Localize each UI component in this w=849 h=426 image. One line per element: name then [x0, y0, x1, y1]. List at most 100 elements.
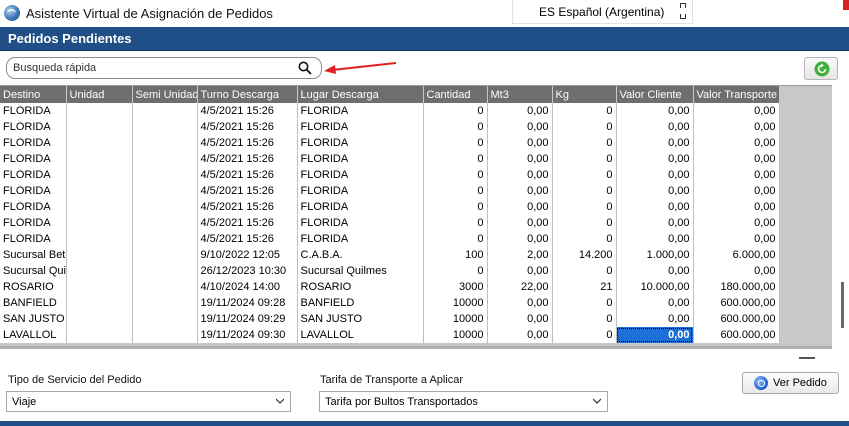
- table-cell[interactable]: 22,00: [487, 279, 553, 295]
- table-cell[interactable]: FLORIDA: [0, 151, 67, 167]
- table-cell[interactable]: LAVALLOL: [297, 327, 424, 343]
- table-row[interactable]: FLORIDA 4/5/2021 15:26 FLORIDA 0 0,00 0 0,00 0,…: [0, 103, 780, 119]
- table-cell[interactable]: [132, 231, 198, 247]
- table-cell[interactable]: FLORIDA: [297, 119, 424, 135]
- table-cell[interactable]: 4/5/2021 15:26: [197, 103, 298, 119]
- column-header[interactable]: Destino: [0, 86, 67, 103]
- table-cell[interactable]: 0: [552, 167, 617, 183]
- table-cell[interactable]: FLORIDA: [0, 183, 67, 199]
- table-cell[interactable]: [66, 183, 133, 199]
- table-cell[interactable]: 0: [552, 119, 617, 135]
- table-cell[interactable]: 0,00: [487, 167, 553, 183]
- table-cell[interactable]: 4/5/2021 15:26: [197, 135, 298, 151]
- tariff-select[interactable]: Tarifa por Bultos Transportados: [319, 391, 608, 412]
- table-cell[interactable]: 4/5/2021 15:26: [197, 167, 298, 183]
- table-row[interactable]: FLORIDA 4/5/2021 15:26 FLORIDA 0 0,00 0 0,00 0,…: [0, 183, 780, 199]
- table-row[interactable]: FLORIDA 4/5/2021 15:26 FLORIDA 0 0,00 0 0,00 0,…: [0, 119, 780, 135]
- language-spinner-icon[interactable]: [680, 2, 688, 20]
- table-cell[interactable]: [132, 215, 198, 231]
- column-header[interactable]: Cantidad: [423, 86, 488, 103]
- table-cell[interactable]: FLORIDA: [297, 183, 424, 199]
- table-cell[interactable]: 1.000,00: [616, 247, 694, 263]
- table-cell[interactable]: 0: [552, 135, 617, 151]
- table-cell[interactable]: [132, 135, 198, 151]
- table-cell[interactable]: SAN JUSTO: [297, 311, 424, 327]
- table-cell[interactable]: [66, 279, 133, 295]
- table-cell[interactable]: 0,00: [616, 151, 694, 167]
- table-cell[interactable]: FLORIDA: [0, 199, 67, 215]
- table-cell[interactable]: 4/5/2021 15:26: [197, 151, 298, 167]
- table-cell[interactable]: 0: [423, 119, 488, 135]
- table-cell[interactable]: [66, 167, 133, 183]
- table-cell[interactable]: 0: [423, 183, 488, 199]
- table-cell[interactable]: 0,00: [693, 183, 780, 199]
- table-cell[interactable]: [66, 247, 133, 263]
- table-cell[interactable]: 6.000,00: [693, 247, 780, 263]
- table-cell[interactable]: 0: [552, 199, 617, 215]
- table-cell[interactable]: 0,00: [487, 327, 553, 343]
- table-cell[interactable]: ROSARIO: [297, 279, 424, 295]
- table-cell[interactable]: 0,00: [693, 103, 780, 119]
- table-cell[interactable]: 0,00: [693, 231, 780, 247]
- table-cell[interactable]: 0: [552, 231, 617, 247]
- table-row[interactable]: FLORIDA 4/5/2021 15:26 FLORIDA 0 0,00 0 0,00 0,…: [0, 231, 780, 247]
- table-cell[interactable]: [132, 183, 198, 199]
- table-cell[interactable]: 0,00: [616, 295, 694, 311]
- table-cell[interactable]: 0,00: [487, 263, 553, 279]
- search-input[interactable]: [13, 61, 283, 75]
- table-cell[interactable]: 0: [423, 167, 488, 183]
- table-cell[interactable]: 0,00: [693, 151, 780, 167]
- table-cell[interactable]: 0: [552, 103, 617, 119]
- table-cell[interactable]: 4/10/2024 14:00: [197, 279, 298, 295]
- table-cell[interactable]: [132, 311, 198, 327]
- table-row[interactable]: SAN JUSTO 19/11/2024 09:29 SAN JUSTO 10000 0…: [0, 311, 780, 327]
- table-cell[interactable]: [66, 215, 133, 231]
- table-cell[interactable]: 0,00: [616, 119, 694, 135]
- table-cell[interactable]: 0: [552, 183, 617, 199]
- table-row[interactable]: LAVALLOL 19/11/2024 09:30 LAVALLOL 10000 0,0…: [0, 327, 780, 343]
- table-row[interactable]: FLORIDA 4/5/2021 15:26 FLORIDA 0 0,00 0 0,00 0,…: [0, 167, 780, 183]
- table-cell[interactable]: BANFIELD: [0, 295, 67, 311]
- column-header[interactable]: Semi Unidad: [132, 86, 198, 103]
- table-cell[interactable]: FLORIDA: [0, 135, 67, 151]
- table-cell[interactable]: 0: [552, 311, 617, 327]
- service-type-select[interactable]: Viaje: [6, 391, 291, 412]
- table-row[interactable]: BANFIELD 19/11/2024 09:28 BANFIELD 10000 0,0…: [0, 295, 780, 311]
- table-cell[interactable]: 0,00: [487, 199, 553, 215]
- table-cell[interactable]: 180.000,00: [693, 279, 780, 295]
- table-cell[interactable]: BANFIELD: [297, 295, 424, 311]
- table-cell[interactable]: 0: [423, 215, 488, 231]
- table-cell[interactable]: 0,00: [616, 215, 694, 231]
- table-cell[interactable]: 10.000,00: [616, 279, 694, 295]
- table-cell[interactable]: [66, 327, 133, 343]
- table-cell[interactable]: [132, 247, 198, 263]
- table-cell[interactable]: 0,00: [616, 167, 694, 183]
- table-cell[interactable]: FLORIDA: [0, 215, 67, 231]
- table-cell[interactable]: [66, 103, 133, 119]
- table-cell[interactable]: 0,00: [487, 295, 553, 311]
- table-cell[interactable]: ROSARIO: [0, 279, 67, 295]
- table-cell[interactable]: 0,00: [487, 151, 553, 167]
- quick-search-box[interactable]: [6, 57, 322, 79]
- table-row[interactable]: Sucursal Beta 9/10/2022 12:05 C.A.B.A. 100 2…: [0, 247, 780, 263]
- table-row[interactable]: ROSARIO 4/10/2024 14:00 ROSARIO 3000 22,00 21…: [0, 279, 780, 295]
- table-cell[interactable]: 26/12/2023 10:30: [197, 263, 298, 279]
- table-row[interactable]: FLORIDA 4/5/2021 15:26 FLORIDA 0 0,00 0 0,00 0,…: [0, 135, 780, 151]
- table-cell[interactable]: 0,00: [693, 167, 780, 183]
- column-header[interactable]: Lugar Descarga: [297, 86, 424, 103]
- table-cell[interactable]: 0: [552, 263, 617, 279]
- table-cell[interactable]: [132, 151, 198, 167]
- table-cell[interactable]: 0,00: [487, 119, 553, 135]
- table-cell[interactable]: [66, 119, 133, 135]
- table-cell[interactable]: [66, 295, 133, 311]
- table-cell[interactable]: 3000: [423, 279, 488, 295]
- table-cell[interactable]: FLORIDA: [297, 135, 424, 151]
- table-cell[interactable]: LAVALLOL: [0, 327, 67, 343]
- table-row[interactable]: FLORIDA 4/5/2021 15:26 FLORIDA 0 0,00 0 0,00 0,…: [0, 215, 780, 231]
- table-cell[interactable]: 0,00: [616, 135, 694, 151]
- table-cell[interactable]: 4/5/2021 15:26: [197, 183, 298, 199]
- table-cell[interactable]: 0: [552, 151, 617, 167]
- table-cell[interactable]: 600.000,00: [693, 311, 780, 327]
- table-cell[interactable]: Sucursal Quilmes: [0, 263, 67, 279]
- table-cell[interactable]: 0: [423, 231, 488, 247]
